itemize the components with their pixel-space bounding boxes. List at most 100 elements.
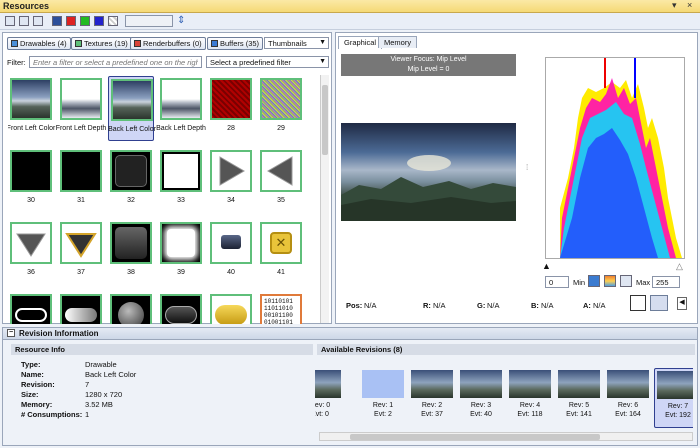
min-label: Min [573, 278, 586, 287]
renderbuffers-tab[interactable]: Renderbuffers (0) [130, 37, 206, 50]
green-channel-icon[interactable] [80, 16, 90, 26]
textures-swatch [75, 40, 82, 47]
tab-memory[interactable]: Memory [378, 36, 418, 48]
thumbnail-item[interactable]: 29 [258, 76, 304, 141]
chevron-down-icon: ▼ [319, 39, 326, 46]
save-icon[interactable] [52, 16, 62, 26]
revision-item[interactable]: Rev: 3 Evt: 40 [458, 368, 504, 428]
revision-header[interactable]: − Revision Information [3, 328, 697, 340]
horizontal-scrollbar[interactable] [319, 432, 693, 441]
thumbnail-label: 30 [27, 197, 35, 204]
scroll-thumb[interactable] [322, 85, 328, 155]
window-icon[interactable] [33, 16, 43, 26]
predefined-filter-select[interactable]: Select a predefined filter ▼ [206, 56, 329, 68]
revision-number: Rev: 4 [519, 402, 541, 409]
thumbnail-item[interactable]: 1011010111011010001011000100110110110010 [258, 292, 304, 324]
thumbnail-item[interactable]: 36 [8, 220, 54, 285]
thumbnail-image [10, 150, 52, 192]
thumbnail-item[interactable]: 31 [58, 148, 104, 213]
drawables-swatch [11, 40, 18, 47]
max-slider-icon[interactable]: △ [676, 261, 683, 272]
thumbnail-image: 1011010111011010001011000100110110110010 [260, 294, 302, 324]
thumbnail-item[interactable] [8, 292, 54, 324]
thumbnail-image [160, 294, 202, 324]
view-mode-select[interactable]: Thumbnails ▼ [264, 37, 329, 49]
thumbnail-item[interactable]: 35 [258, 148, 304, 213]
image-viewer[interactable]: Viewer Focus: Mip Level Mip Level = 0 [341, 54, 516, 259]
revision-item[interactable]: Rev: 5 Evt: 141 [556, 368, 602, 428]
collapse-toggle-icon[interactable]: − [7, 329, 15, 337]
lock-icon[interactable] [19, 16, 29, 26]
thumbnail-item[interactable]: 32 [108, 148, 154, 213]
thumbnail-item[interactable]: 39 [158, 220, 204, 285]
revision-event: Evt: 0 [315, 411, 329, 418]
hscroll-thumb[interactable] [350, 434, 600, 440]
collapse-icon[interactable]: ◀ [677, 297, 687, 310]
min-slider-icon[interactable]: ▲ [542, 261, 551, 271]
thumbnail-item[interactable] [158, 292, 204, 324]
thumbnail-image [60, 294, 102, 324]
copy-icon[interactable] [5, 16, 15, 26]
blue-channel-icon[interactable] [94, 16, 104, 26]
thumbnail-image [160, 78, 202, 120]
thumbnail-item[interactable] [208, 292, 254, 324]
textures-tab[interactable]: Textures (19) [71, 37, 132, 50]
thumbnail-item[interactable]: 40 [208, 220, 254, 285]
thumbnail-item[interactable] [108, 292, 154, 324]
tab-graphical[interactable]: Graphical [338, 36, 383, 49]
drawables-tab[interactable]: Drawables (4) [7, 37, 71, 50]
revision-item[interactable]: Rev: 2 Evt: 37 [409, 368, 455, 428]
revision-thumbnail [460, 370, 502, 398]
thumbnail-image: ✕ [260, 222, 302, 264]
pin-button[interactable]: ▾ [672, 0, 677, 11]
mip-level: Mip Level = 0 [407, 66, 450, 73]
thumbnail-item[interactable]: 34 [208, 148, 254, 213]
histogram-chart [546, 58, 684, 258]
thumbnail-item[interactable]: 37 [58, 220, 104, 285]
thumbnail-item[interactable]: 33 [158, 148, 204, 213]
thumbnail-item[interactable]: ✕ 41 [258, 220, 304, 285]
revision-strip: Rev: 0Evt: 0Rev: 1Evt: 2Rev: 2Evt: 37Rev… [315, 358, 693, 433]
b-label: B: [531, 301, 539, 310]
max-value-input[interactable]: 255 [652, 276, 680, 288]
colormap-icon[interactable] [604, 275, 616, 287]
thumbnail-item[interactable]: Back Left Color [108, 76, 156, 141]
flip-icon[interactable]: ⇕ [177, 15, 185, 26]
thumbnail-label: 28 [227, 125, 235, 132]
thumbnail-image [160, 222, 202, 264]
splitter-grip[interactable]: ⁞ [526, 163, 528, 172]
thumbnail-item[interactable]: 38 [108, 220, 154, 285]
thumbnail-item[interactable]: 28 [208, 76, 254, 141]
thumbnail-item[interactable]: Front Left Depth [56, 76, 106, 141]
revision-label: Rev: 5 Evt: 141 [556, 401, 602, 419]
thumbnail-item[interactable]: Back Left Depth [156, 76, 206, 141]
thumbnail-item[interactable] [58, 292, 104, 324]
info-icon[interactable] [588, 275, 600, 287]
min-value-input[interactable]: 0 [545, 276, 569, 288]
zoom-icon[interactable] [650, 295, 668, 311]
revision-label: Rev: 4 Evt: 118 [507, 401, 553, 419]
buffers-tab[interactable]: Buffers (35) [207, 37, 264, 50]
revision-event: Evt: 40 [470, 411, 492, 418]
revision-item[interactable]: Rev: 6 Evt: 164 [605, 368, 651, 428]
red-channel-icon[interactable] [66, 16, 76, 26]
alpha-channel-icon[interactable] [108, 16, 118, 26]
a-label: A: [583, 301, 591, 310]
revision-item[interactable]: Rev: 0 Evt: 0 [315, 368, 343, 428]
filter-input[interactable] [29, 56, 202, 68]
revision-label: Rev: 0 Evt: 0 [315, 401, 343, 419]
thumbnail-item[interactable]: Front Left Color [8, 76, 55, 141]
thumbnail-label: 38 [127, 269, 135, 276]
close-button[interactable]: × [687, 0, 692, 10]
range-icon[interactable] [620, 275, 632, 287]
revision-item[interactable]: Rev: 4 Evt: 118 [507, 368, 553, 428]
revision-item[interactable]: Rev: 1 Evt: 2 [360, 368, 406, 428]
toolbar-combo[interactable] [125, 15, 173, 27]
g-label: G: [477, 301, 486, 310]
vertical-scrollbar[interactable] [320, 75, 329, 323]
prop-key: Memory: [21, 400, 53, 409]
available-revisions-title: Available Revisions (8) [317, 344, 695, 355]
revision-label: Rev: 1 Evt: 2 [360, 401, 406, 419]
revision-item[interactable]: Rev: 7 Evt: 192 [654, 368, 693, 428]
thumbnail-item[interactable]: 30 [8, 148, 54, 213]
